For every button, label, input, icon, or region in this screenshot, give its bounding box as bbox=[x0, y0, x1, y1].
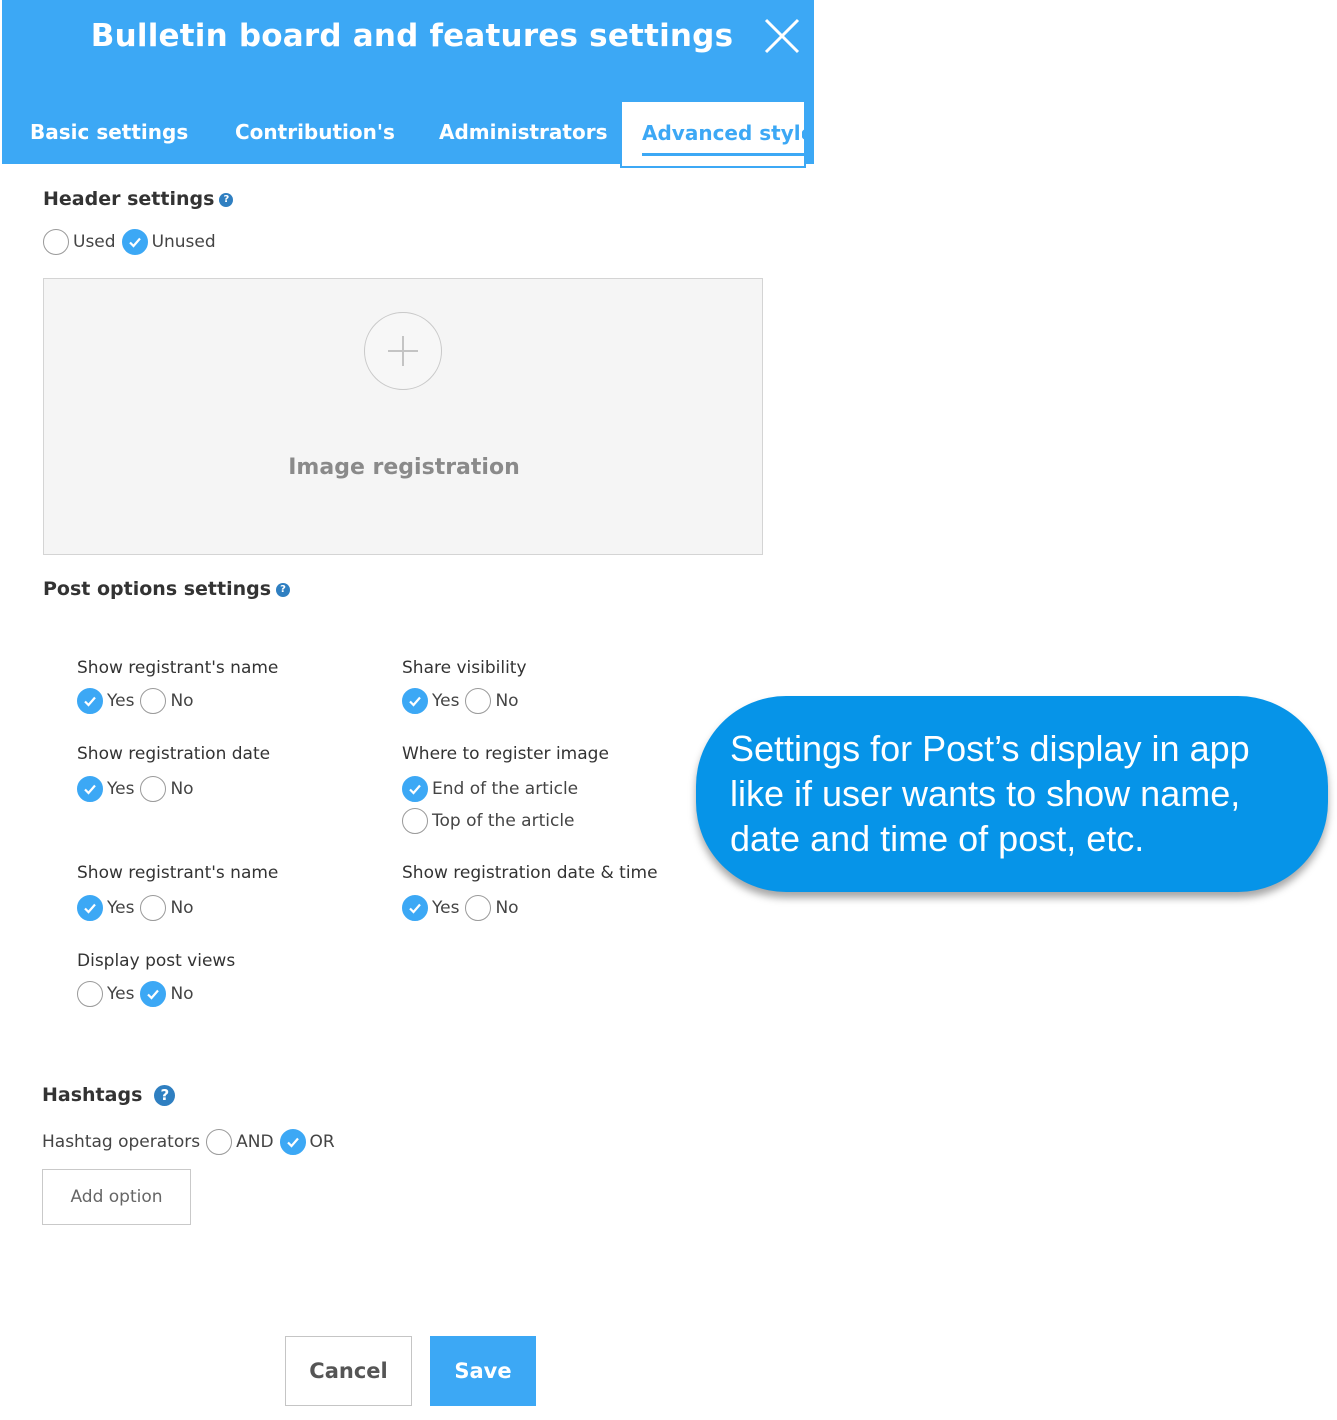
show-registration-datetime-label: Show registration date & time bbox=[402, 863, 658, 883]
show-registrant-name-label: Show registrant's name bbox=[77, 863, 279, 883]
hashtag-operators-label: Hashtag operators bbox=[42, 1132, 201, 1152]
radio-no-label[interactable]: No bbox=[170, 898, 193, 918]
radio-no-label[interactable]: No bbox=[495, 691, 518, 711]
register-image-end-option: End of the article bbox=[402, 776, 584, 802]
radio-no[interactable] bbox=[465, 895, 492, 921]
radio-top-of-article-label[interactable]: Top of the article bbox=[432, 811, 575, 831]
radio-yes[interactable] bbox=[402, 895, 428, 921]
share-visibility-radio-group: Yes No bbox=[402, 688, 525, 714]
save-button[interactable]: Save bbox=[430, 1336, 536, 1406]
image-registration-label: Image registration bbox=[288, 455, 520, 480]
show-registration-date-radio-group: Yes No bbox=[77, 776, 200, 802]
show-registrant-name-label: Show registrant's name bbox=[77, 658, 279, 678]
active-tab-underline bbox=[642, 153, 804, 156]
hashtag-operators-radio-group: Hashtag operators AND OR bbox=[42, 1129, 341, 1155]
radio-no-label[interactable]: No bbox=[170, 779, 193, 799]
tab-advanced-style-label: Advanced style bbox=[642, 121, 806, 145]
radio-or-label[interactable]: OR bbox=[310, 1132, 335, 1152]
annotation-callout-text: Settings for Post’s display in app like … bbox=[730, 728, 1250, 859]
help-icon[interactable]: ? bbox=[276, 582, 291, 597]
register-image-position-label: Where to register image bbox=[402, 744, 609, 764]
display-post-views-radio-group: Yes No bbox=[77, 981, 200, 1007]
radio-and-label[interactable]: AND bbox=[236, 1132, 273, 1152]
radio-or[interactable] bbox=[279, 1129, 306, 1155]
radio-yes-label[interactable]: Yes bbox=[432, 898, 459, 918]
hashtags-label: Hashtags bbox=[42, 1084, 143, 1106]
tab-administrators[interactable]: Administrators bbox=[439, 100, 607, 164]
radio-yes-label[interactable]: Yes bbox=[107, 691, 134, 711]
radio-no-label[interactable]: No bbox=[495, 898, 518, 918]
radio-no[interactable] bbox=[140, 895, 167, 921]
radio-unused-label[interactable]: Unused bbox=[152, 232, 216, 252]
close-icon[interactable] bbox=[762, 16, 802, 56]
header-settings-label: Header settings bbox=[43, 188, 215, 210]
radio-yes[interactable] bbox=[77, 776, 103, 802]
radio-unused[interactable] bbox=[121, 229, 148, 255]
add-option-button[interactable]: Add option bbox=[42, 1169, 191, 1225]
header-settings-title: Header settings? bbox=[43, 188, 234, 210]
dialog-title: Bulletin board and features settings bbox=[90, 18, 734, 54]
radio-no-label[interactable]: No bbox=[170, 691, 193, 711]
radio-no[interactable] bbox=[140, 776, 167, 802]
tab-advanced-style[interactable]: Advanced style bbox=[620, 100, 806, 168]
display-post-views-label: Display post views bbox=[77, 951, 236, 971]
radio-and[interactable] bbox=[206, 1129, 233, 1155]
radio-used[interactable] bbox=[43, 229, 69, 255]
radio-yes-label[interactable]: Yes bbox=[107, 898, 134, 918]
show-registrant-name-radio-group: Yes No bbox=[77, 688, 200, 714]
radio-yes-label[interactable]: Yes bbox=[107, 984, 134, 1004]
show-registration-datetime-radio-group: Yes No bbox=[402, 895, 525, 921]
add-image-icon[interactable] bbox=[364, 312, 442, 390]
radio-no[interactable] bbox=[140, 981, 167, 1007]
help-icon[interactable]: ? bbox=[154, 1085, 176, 1106]
radio-end-of-article[interactable] bbox=[402, 776, 428, 802]
radio-yes[interactable] bbox=[77, 895, 103, 921]
share-visibility-label: Share visibility bbox=[402, 658, 527, 678]
annotation-callout: Settings for Post’s display in app like … bbox=[696, 696, 1328, 892]
image-registration-dropzone[interactable]: Image registration bbox=[43, 278, 763, 555]
radio-yes[interactable] bbox=[77, 688, 103, 714]
post-options-title: Post options settings? bbox=[43, 578, 291, 600]
radio-no[interactable] bbox=[465, 688, 492, 714]
radio-yes-label[interactable]: Yes bbox=[432, 691, 459, 711]
radio-end-of-article-label[interactable]: End of the article bbox=[432, 779, 578, 799]
post-options-label: Post options settings bbox=[43, 578, 272, 600]
radio-top-of-article[interactable] bbox=[402, 808, 428, 834]
radio-yes[interactable] bbox=[402, 688, 428, 714]
dialog-header: Bulletin board and features settings Bas… bbox=[2, 0, 814, 168]
radio-yes-label[interactable]: Yes bbox=[107, 779, 134, 799]
radio-no-label[interactable]: No bbox=[170, 984, 193, 1004]
radio-no[interactable] bbox=[140, 688, 167, 714]
register-image-top-option: Top of the article bbox=[402, 808, 581, 834]
cancel-button[interactable]: Cancel bbox=[285, 1336, 412, 1406]
help-icon[interactable]: ? bbox=[219, 192, 234, 207]
header-settings-radio-group: Used Unused bbox=[43, 229, 222, 255]
hashtags-title: Hashtags? bbox=[42, 1084, 176, 1106]
radio-used-label[interactable]: Used bbox=[73, 232, 116, 252]
tab-contributions[interactable]: Contribution's bbox=[235, 100, 395, 164]
tab-basic-settings[interactable]: Basic settings bbox=[30, 100, 188, 164]
show-registration-date-label: Show registration date bbox=[77, 744, 271, 764]
tab-bar: Basic settings Contribution's Administra… bbox=[2, 100, 814, 168]
show-registrant-name-radio-group: Yes No bbox=[77, 895, 200, 921]
radio-yes[interactable] bbox=[77, 981, 103, 1007]
